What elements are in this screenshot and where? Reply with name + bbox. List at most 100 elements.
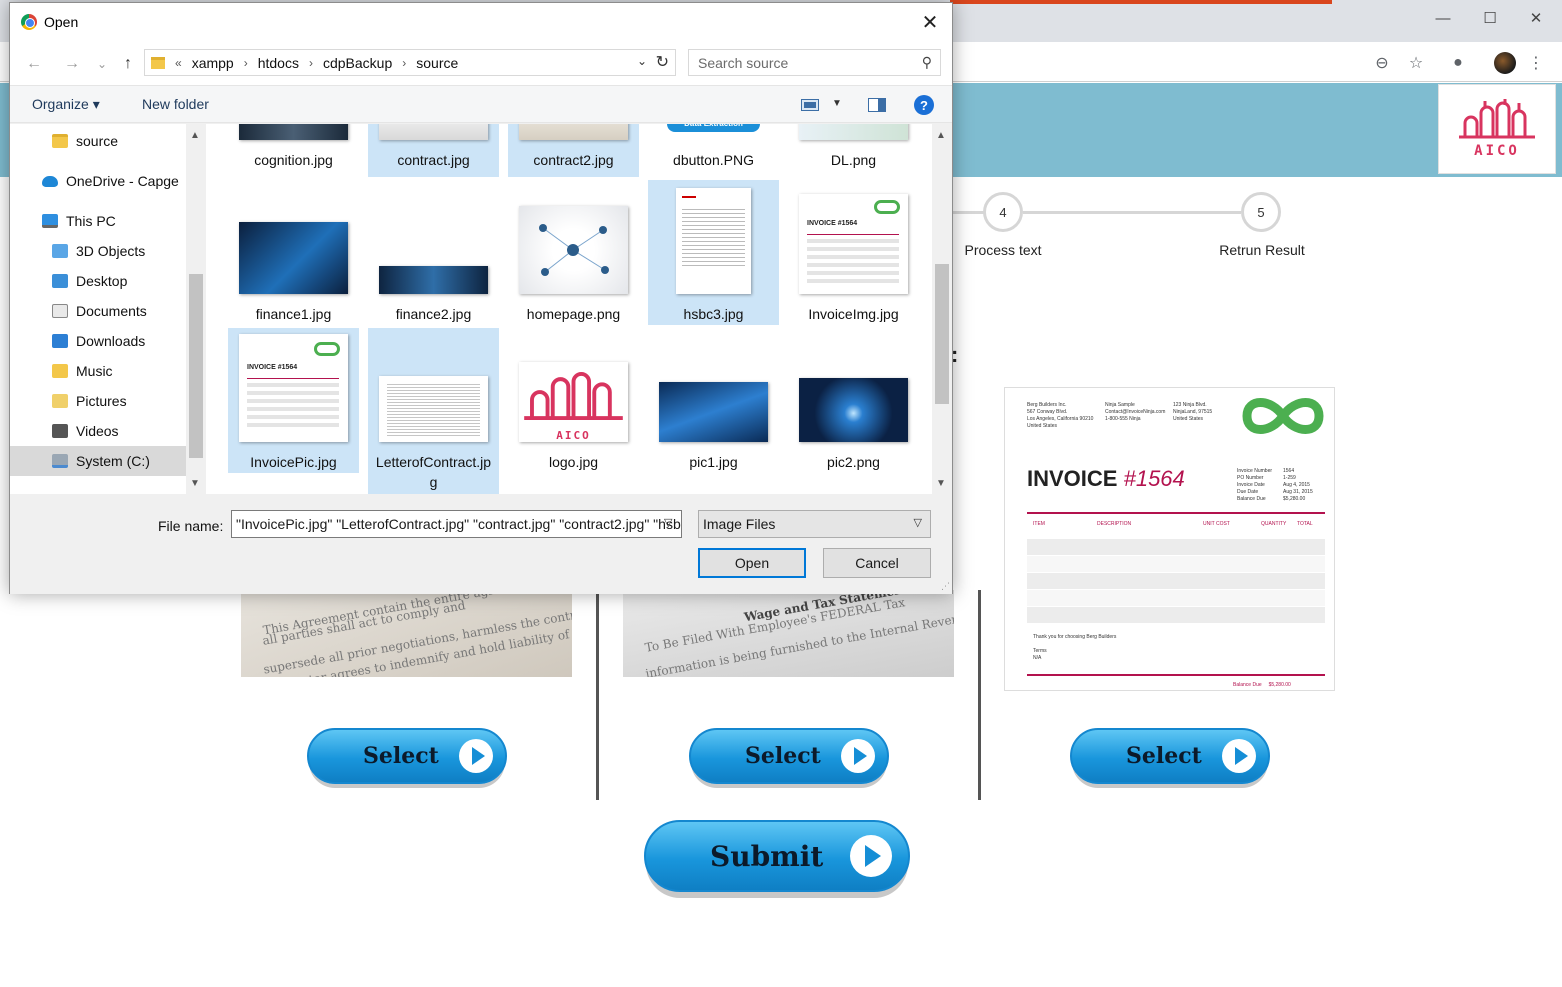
column-divider xyxy=(978,590,981,800)
dialog-navigation-bar: ← → ⌄ ↑ « xampp › htdocs › cdpBackup › s… xyxy=(10,41,952,85)
nav-item-system-c[interactable]: System (C:) xyxy=(10,446,186,476)
scroll-down-icon[interactable]: ▼ xyxy=(190,478,200,489)
scrollbar-thumb[interactable] xyxy=(189,274,203,458)
file-item-dl[interactable]: DL.png xyxy=(788,124,919,177)
videos-icon xyxy=(52,424,68,438)
open-button[interactable]: Open xyxy=(698,548,806,578)
image-thumbnail: INVOICE #1564 xyxy=(799,194,908,294)
chevron-right-icon[interactable]: › xyxy=(244,56,248,70)
extension-icon[interactable]: ● xyxy=(1447,52,1469,74)
new-folder-button[interactable]: New folder xyxy=(142,96,209,112)
file-item-invoicepic[interactable]: INVOICE #1564 InvoicePic.jpg xyxy=(228,328,359,473)
nav-item-downloads[interactable]: Downloads xyxy=(10,326,186,356)
image-thumbnail xyxy=(659,382,768,442)
file-item-hsbc3[interactable]: hsbc3.jpg xyxy=(648,180,779,325)
scrollbar-thumb[interactable] xyxy=(935,264,949,404)
refresh-icon[interactable]: ↻ xyxy=(656,52,669,72)
search-box[interactable]: ⚲ xyxy=(688,49,941,76)
nav-item-videos[interactable]: Videos xyxy=(10,416,186,446)
file-type-select[interactable]: Image Files ▽ xyxy=(698,510,931,538)
image-thumbnail: INVOICE #1564 xyxy=(239,334,348,442)
navigation-pane: source OneDrive - Capge This PC 3D Objec… xyxy=(10,124,206,494)
up-arrow-icon[interactable]: ↑ xyxy=(116,53,140,75)
change-view-icon[interactable] xyxy=(801,99,819,111)
submit-button[interactable]: Submit xyxy=(644,820,910,892)
breadcrumb-htdocs[interactable]: htdocs xyxy=(258,55,299,71)
file-item-contract2[interactable]: contract2.jpg xyxy=(508,124,639,177)
file-list-scrollbar[interactable]: ▲ ▼ xyxy=(932,124,952,494)
nav-item-onedrive[interactable]: OneDrive - Capge xyxy=(10,166,186,196)
search-icon[interactable]: ⚲ xyxy=(922,54,932,71)
breadcrumb-cdpbackup[interactable]: cdpBackup xyxy=(323,55,392,71)
nav-item-source[interactable]: source xyxy=(10,126,186,156)
help-icon[interactable]: ? xyxy=(914,95,934,115)
file-item-logo[interactable]: AICO logo.jpg xyxy=(508,328,639,473)
file-item-finance1[interactable]: finance1.jpg xyxy=(228,180,359,325)
minimize-icon[interactable]: — xyxy=(1420,6,1466,30)
step-5-circle: 5 xyxy=(1241,192,1281,232)
nav-item-documents[interactable]: Documents xyxy=(10,296,186,326)
file-item-homepage[interactable]: homepage.png xyxy=(508,180,639,325)
scroll-up-icon[interactable]: ▲ xyxy=(936,130,946,141)
browser-tab-accent xyxy=(950,0,1332,4)
file-item-pic1[interactable]: pic1.jpg xyxy=(648,328,779,473)
nav-item-3d-objects[interactable]: 3D Objects xyxy=(10,236,186,266)
maximize-icon[interactable]: ☐ xyxy=(1467,6,1513,30)
file-list: cognition.jpg contract.jpg contract2.jpg… xyxy=(206,124,932,494)
play-icon xyxy=(459,739,493,773)
cancel-button[interactable]: Cancel xyxy=(823,548,931,578)
scroll-down-icon[interactable]: ▼ xyxy=(936,478,946,489)
dialog-title-bar[interactable]: Open ✕ xyxy=(10,3,952,41)
breadcrumb-xampp[interactable]: xampp xyxy=(192,55,234,71)
file-item-dbutton[interactable]: Data Extraction dbutton.PNG xyxy=(648,124,779,177)
view-options-chevron-icon[interactable]: ▼ xyxy=(832,98,842,109)
infinity-logo-icon xyxy=(1242,398,1324,434)
file-name-input[interactable]: "InvoicePic.jpg" "LetterofContract.jpg" … xyxy=(231,510,682,538)
image-thumbnail xyxy=(799,124,908,140)
file-item-pic2[interactable]: pic2.png xyxy=(788,328,919,473)
window-close-icon[interactable]: ✕ xyxy=(1513,6,1559,30)
forward-arrow-icon[interactable]: → xyxy=(60,53,84,75)
select-button[interactable]: Select xyxy=(307,728,507,784)
aico-logo: AICO xyxy=(1438,84,1556,174)
play-icon xyxy=(841,739,875,773)
bookmark-star-icon[interactable]: ☆ xyxy=(1405,52,1427,74)
image-thumbnail xyxy=(799,378,908,442)
chevron-right-icon[interactable]: › xyxy=(309,56,313,70)
chevron-down-icon[interactable]: ▽ xyxy=(664,516,672,529)
file-item-cognition[interactable]: cognition.jpg xyxy=(228,124,359,177)
file-item-finance2[interactable]: finance2.jpg xyxy=(368,180,499,325)
preview-pane-icon[interactable] xyxy=(868,98,886,112)
contract-preview-image: This Agreement contain the entire agreem… xyxy=(241,590,572,677)
path-address-bar[interactable]: « xampp › htdocs › cdpBackup › source ⌄ … xyxy=(144,49,676,76)
browser-menu-icon[interactable]: ⋮ xyxy=(1525,52,1547,74)
nav-item-this-pc[interactable]: This PC xyxy=(10,206,186,236)
breadcrumb-source[interactable]: source xyxy=(416,55,458,71)
image-thumbnail xyxy=(379,266,488,294)
back-arrow-icon[interactable]: ← xyxy=(22,53,46,75)
file-item-letterofcontract[interactable]: LetterofContract.jpg xyxy=(368,328,499,494)
nav-item-desktop[interactable]: Desktop xyxy=(10,266,186,296)
select-button[interactable]: Select xyxy=(689,728,889,784)
recent-locations-icon[interactable]: ⌄ xyxy=(90,53,114,75)
chevron-right-icon[interactable]: › xyxy=(402,56,406,70)
chevron-down-icon[interactable]: ⌄ xyxy=(637,54,647,68)
file-item-invoiceimg[interactable]: INVOICE #1564 InvoiceImg.jpg xyxy=(788,180,919,325)
aico-logo-graphic xyxy=(1459,99,1535,139)
step-5-label: Retrun Result xyxy=(1219,242,1305,258)
select-button[interactable]: Select xyxy=(1070,728,1270,784)
nav-item-pictures[interactable]: Pictures xyxy=(10,386,186,416)
search-input[interactable] xyxy=(689,50,899,75)
breadcrumb-overflow[interactable]: « xyxy=(175,56,182,70)
scroll-up-icon[interactable]: ▲ xyxy=(190,130,200,141)
desktop-icon xyxy=(52,274,68,288)
file-item-contract[interactable]: contract.jpg xyxy=(368,124,499,177)
file-name-label: File name: xyxy=(158,518,224,534)
organize-menu[interactable]: Organize ▾ xyxy=(32,96,100,113)
nav-pane-scrollbar[interactable]: ▲ ▼ xyxy=(186,124,206,494)
zoom-icon[interactable]: ⊖ xyxy=(1371,52,1393,74)
profile-avatar[interactable] xyxy=(1494,52,1516,74)
nav-item-music[interactable]: Music xyxy=(10,356,186,386)
resize-grip-icon[interactable]: ⋰ xyxy=(941,581,950,592)
dialog-close-icon[interactable]: ✕ xyxy=(916,11,944,34)
